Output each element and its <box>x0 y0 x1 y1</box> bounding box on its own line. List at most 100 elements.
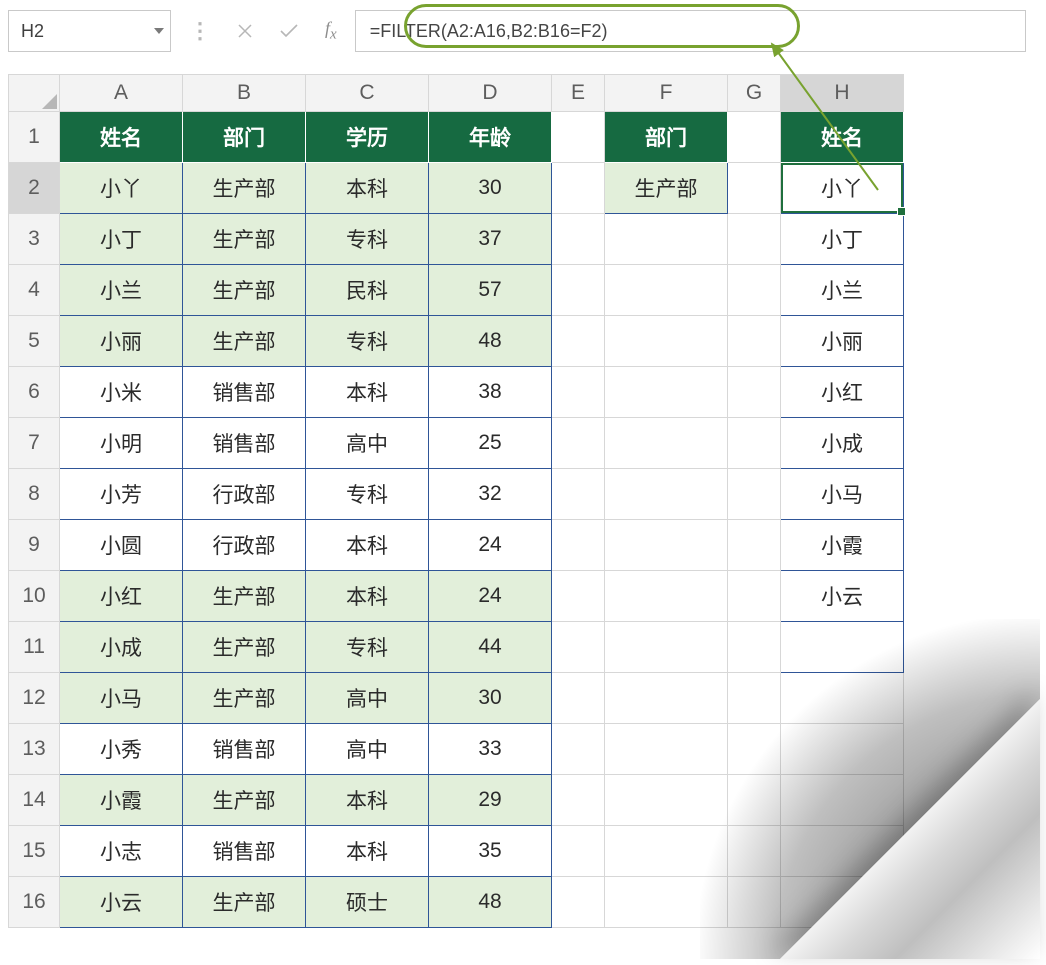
cell-H11[interactable] <box>781 622 904 673</box>
cell-H14[interactable] <box>781 775 904 826</box>
cell-A16[interactable]: 小云 <box>60 877 183 928</box>
cell-H8[interactable]: 小马 <box>781 469 904 520</box>
row-header-11[interactable]: 11 <box>9 622 60 673</box>
cell-G2[interactable] <box>728 163 781 214</box>
cell-B9[interactable]: 行政部 <box>183 520 306 571</box>
cell-A12[interactable]: 小马 <box>60 673 183 724</box>
cell-F7[interactable] <box>605 418 728 469</box>
cell-E8[interactable] <box>552 469 605 520</box>
cell-G16[interactable] <box>728 877 781 928</box>
cell-B2[interactable]: 生产部 <box>183 163 306 214</box>
cell-E4[interactable] <box>552 265 605 316</box>
cell-D11[interactable]: 44 <box>429 622 552 673</box>
row-header-9[interactable]: 9 <box>9 520 60 571</box>
cell-D2[interactable]: 30 <box>429 163 552 214</box>
cell-E14[interactable] <box>552 775 605 826</box>
row-header-6[interactable]: 6 <box>9 367 60 418</box>
cell-D13[interactable]: 33 <box>429 724 552 775</box>
cell-B7[interactable]: 销售部 <box>183 418 306 469</box>
cell-G3[interactable] <box>728 214 781 265</box>
cancel-icon[interactable] <box>237 23 253 39</box>
cell-H4[interactable]: 小兰 <box>781 265 904 316</box>
col-header-A[interactable]: A <box>60 75 183 112</box>
cell-G8[interactable] <box>728 469 781 520</box>
cell-D3[interactable]: 37 <box>429 214 552 265</box>
cell-F6[interactable] <box>605 367 728 418</box>
cell-F8[interactable] <box>605 469 728 520</box>
more-icon[interactable]: ⋮ <box>189 18 211 44</box>
cell-B1[interactable]: 部门 <box>183 112 306 163</box>
cell-H2[interactable]: 小丫 <box>781 163 904 214</box>
dropdown-icon[interactable] <box>154 28 164 34</box>
cell-C6[interactable]: 本科 <box>306 367 429 418</box>
cell-B12[interactable]: 生产部 <box>183 673 306 724</box>
cell-H6[interactable]: 小红 <box>781 367 904 418</box>
cell-B6[interactable]: 销售部 <box>183 367 306 418</box>
cell-E11[interactable] <box>552 622 605 673</box>
cell-C9[interactable]: 本科 <box>306 520 429 571</box>
col-header-H[interactable]: H <box>781 75 904 112</box>
cell-C16[interactable]: 硕士 <box>306 877 429 928</box>
cell-F12[interactable] <box>605 673 728 724</box>
cell-H15[interactable] <box>781 826 904 877</box>
cell-G4[interactable] <box>728 265 781 316</box>
cell-A15[interactable]: 小志 <box>60 826 183 877</box>
cell-E12[interactable] <box>552 673 605 724</box>
cell-A8[interactable]: 小芳 <box>60 469 183 520</box>
cell-C5[interactable]: 专科 <box>306 316 429 367</box>
col-header-E[interactable]: E <box>552 75 605 112</box>
cell-C2[interactable]: 本科 <box>306 163 429 214</box>
cell-E13[interactable] <box>552 724 605 775</box>
row-header-1[interactable]: 1 <box>9 112 60 163</box>
row-header-3[interactable]: 3 <box>9 214 60 265</box>
cell-H12[interactable] <box>781 673 904 724</box>
cell-B8[interactable]: 行政部 <box>183 469 306 520</box>
cell-G13[interactable] <box>728 724 781 775</box>
cell-G9[interactable] <box>728 520 781 571</box>
col-header-B[interactable]: B <box>183 75 306 112</box>
row-header-8[interactable]: 8 <box>9 469 60 520</box>
cell-H16[interactable] <box>781 877 904 928</box>
cell-D14[interactable]: 29 <box>429 775 552 826</box>
cell-H10[interactable]: 小云 <box>781 571 904 622</box>
cell-B11[interactable]: 生产部 <box>183 622 306 673</box>
cell-A3[interactable]: 小丁 <box>60 214 183 265</box>
cell-A2[interactable]: 小丫 <box>60 163 183 214</box>
row-header-15[interactable]: 15 <box>9 826 60 877</box>
cell-H9[interactable]: 小霞 <box>781 520 904 571</box>
cell-D16[interactable]: 48 <box>429 877 552 928</box>
col-header-D[interactable]: D <box>429 75 552 112</box>
cell-D6[interactable]: 38 <box>429 367 552 418</box>
cell-E16[interactable] <box>552 877 605 928</box>
cell-A13[interactable]: 小秀 <box>60 724 183 775</box>
cell-C12[interactable]: 高中 <box>306 673 429 724</box>
cell-C14[interactable]: 本科 <box>306 775 429 826</box>
cell-A14[interactable]: 小霞 <box>60 775 183 826</box>
cell-C8[interactable]: 专科 <box>306 469 429 520</box>
row-header-4[interactable]: 4 <box>9 265 60 316</box>
cell-G7[interactable] <box>728 418 781 469</box>
cell-F16[interactable] <box>605 877 728 928</box>
cell-D10[interactable]: 24 <box>429 571 552 622</box>
cell-B10[interactable]: 生产部 <box>183 571 306 622</box>
cell-G15[interactable] <box>728 826 781 877</box>
cell-G12[interactable] <box>728 673 781 724</box>
select-all-corner[interactable] <box>9 75 60 112</box>
cell-D9[interactable]: 24 <box>429 520 552 571</box>
cell-C10[interactable]: 本科 <box>306 571 429 622</box>
cell-A1[interactable]: 姓名 <box>60 112 183 163</box>
cell-A7[interactable]: 小明 <box>60 418 183 469</box>
cell-C13[interactable]: 高中 <box>306 724 429 775</box>
row-header-10[interactable]: 10 <box>9 571 60 622</box>
cell-B15[interactable]: 销售部 <box>183 826 306 877</box>
confirm-icon[interactable] <box>279 23 299 39</box>
cell-C3[interactable]: 专科 <box>306 214 429 265</box>
cell-G10[interactable] <box>728 571 781 622</box>
cell-E15[interactable] <box>552 826 605 877</box>
cell-C15[interactable]: 本科 <box>306 826 429 877</box>
cell-G11[interactable] <box>728 622 781 673</box>
cell-F1[interactable]: 部门 <box>605 112 728 163</box>
cell-A11[interactable]: 小成 <box>60 622 183 673</box>
cell-A10[interactable]: 小红 <box>60 571 183 622</box>
cell-G14[interactable] <box>728 775 781 826</box>
